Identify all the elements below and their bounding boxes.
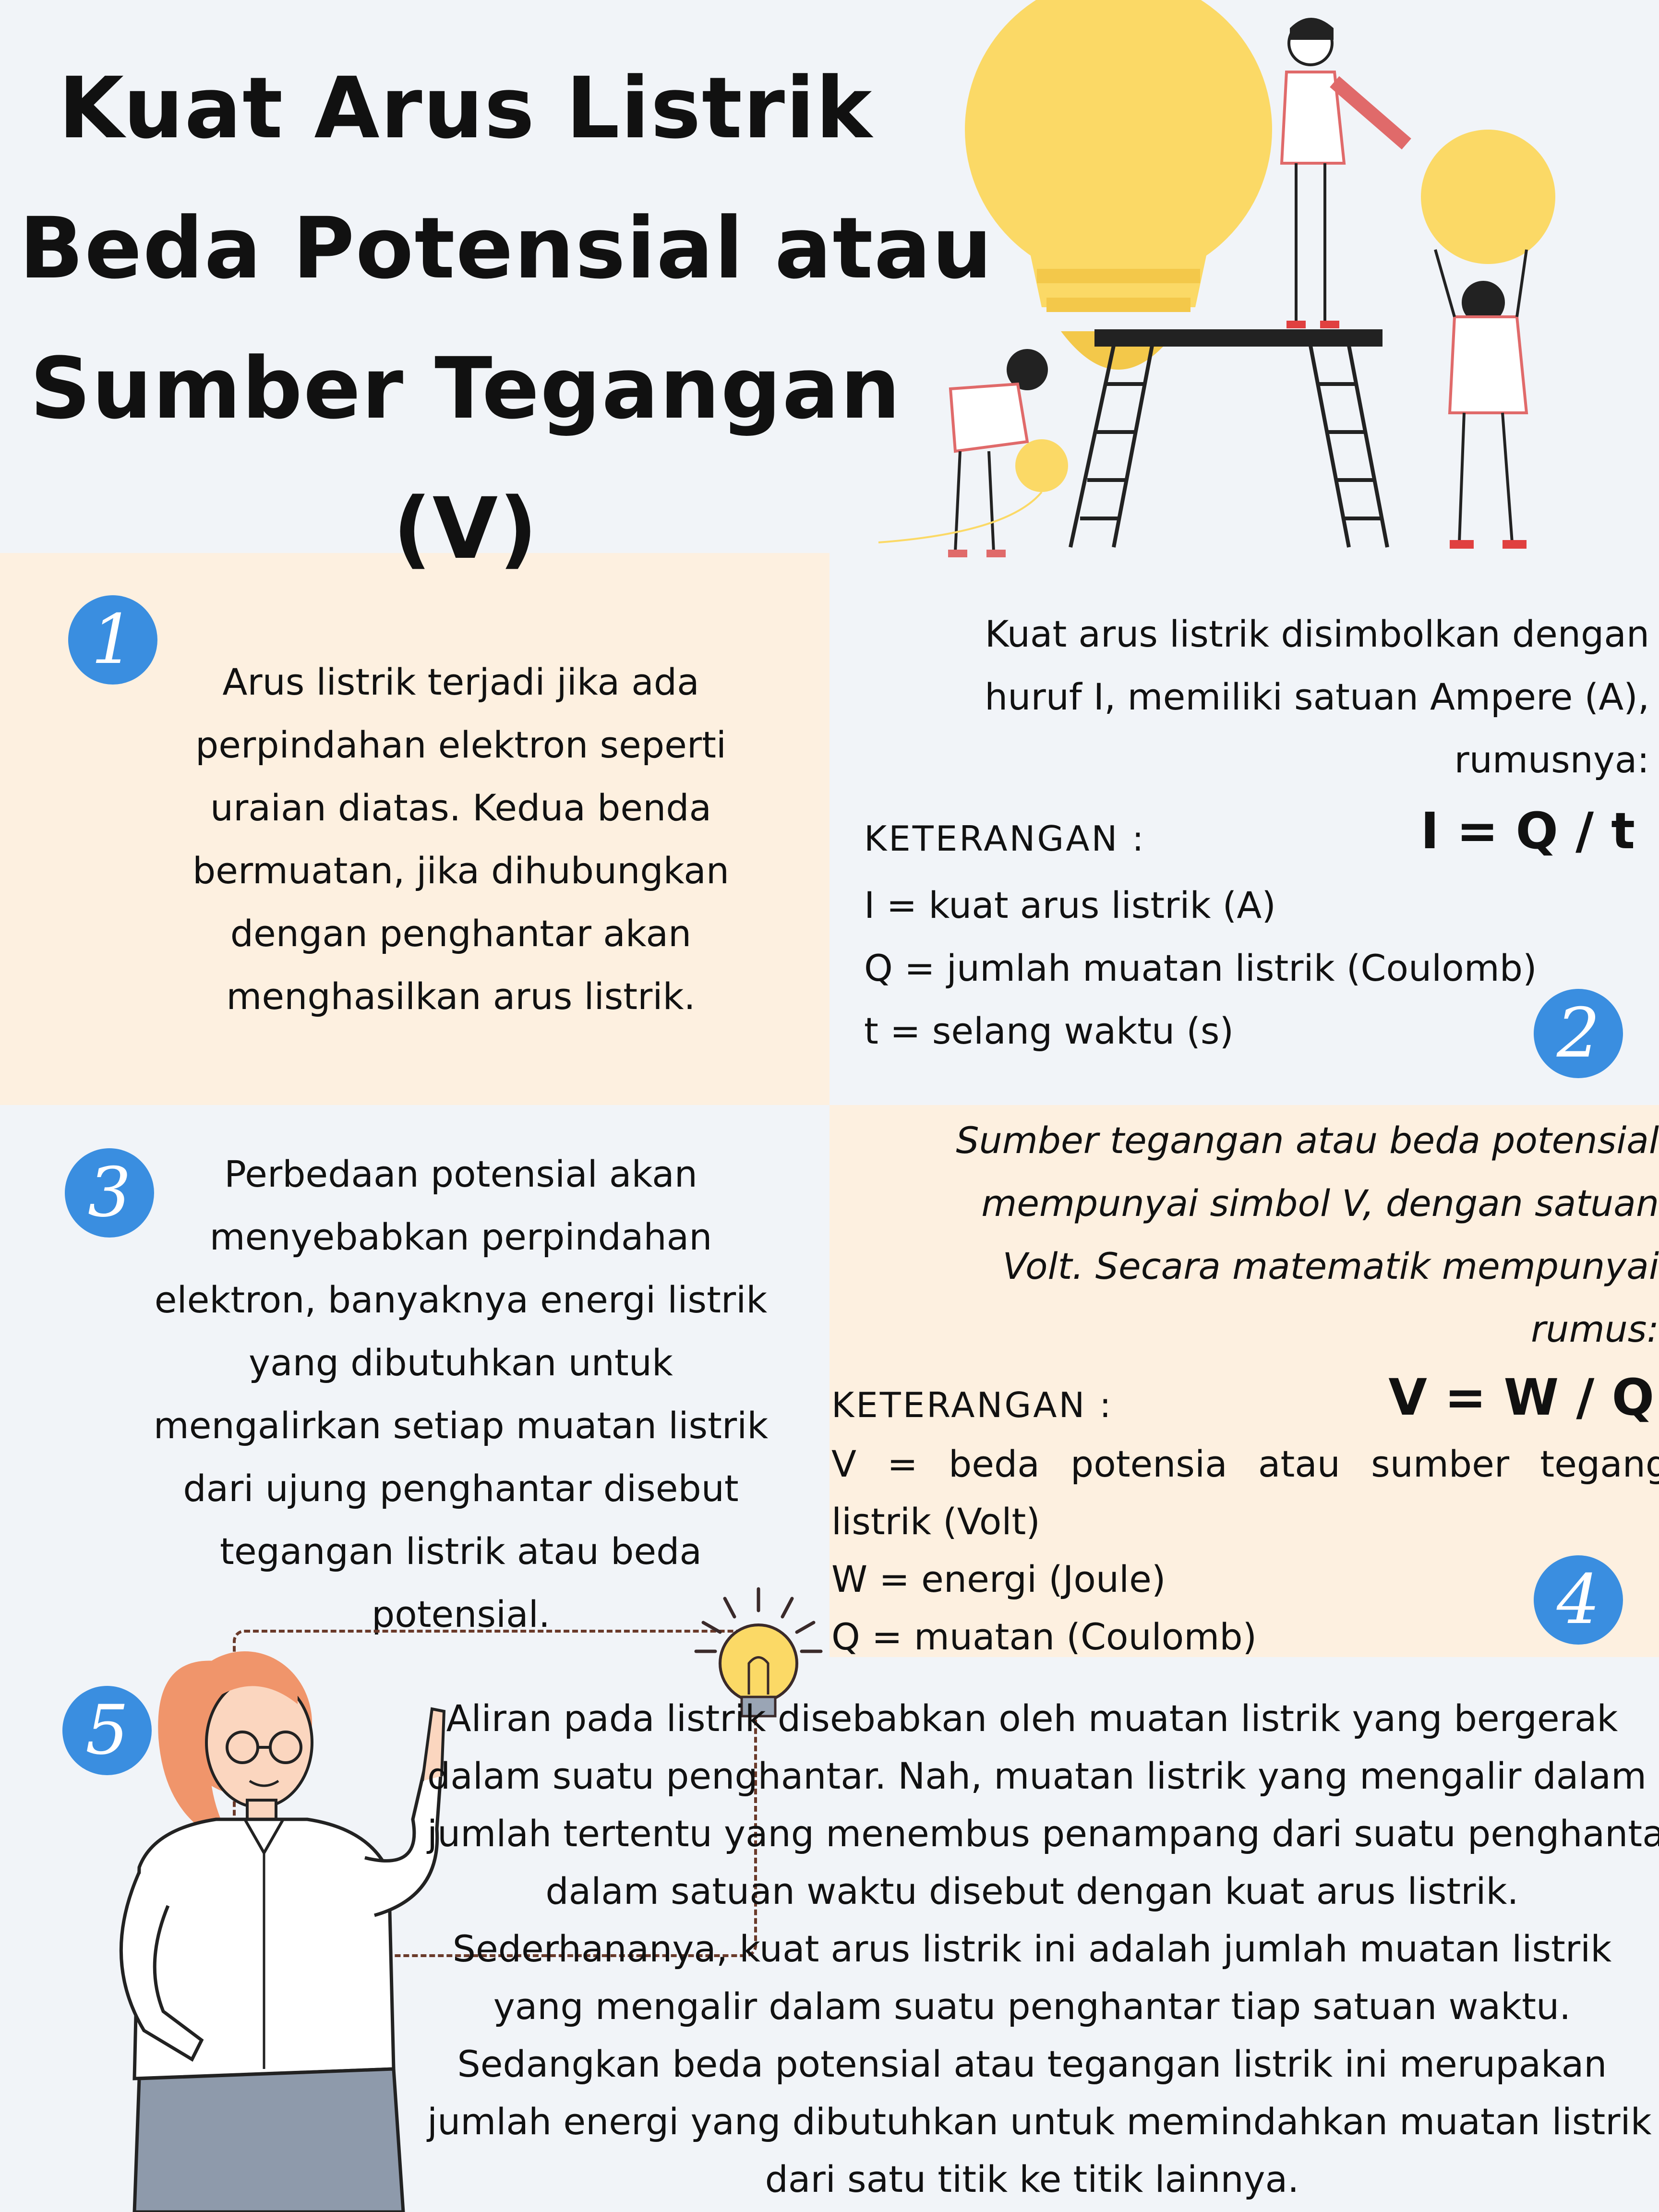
section-1-text: Arus listrik terjadi jika ada perpindaha…	[115, 650, 806, 1028]
text-line: Sederhananya, kuat arus listrik ini adal…	[452, 1927, 1612, 1970]
text-line: Aliran pada listrik disebabkan oleh muat…	[446, 1697, 1618, 1740]
small-bulb-icon	[1421, 130, 1555, 264]
section-2-legend: I = kuat arus listrik (A) Q = jumlah mua…	[864, 874, 1537, 1062]
text-line: mempunyai simbol V, dengan satuan	[981, 1182, 1659, 1225]
text-line: dalam satuan waktu disebut dengan kuat a…	[545, 1870, 1519, 1912]
text-line: dengan penghantar akan	[230, 912, 692, 955]
big-bulb-icon	[965, 0, 1272, 370]
text-line: jumlah energi yang dibutuhkan untuk memi…	[427, 2100, 1652, 2143]
ladder-icon	[1069, 345, 1389, 548]
section-5-text: Aliran pada listrik disebabkan oleh muat…	[427, 1690, 1659, 2208]
section-4-legend: V = beda potensia atau sumber tegangan l…	[831, 1435, 1659, 1666]
woman-pointing-illustration	[119, 1651, 446, 2212]
legend-line: Q = jumlah muatan listrik (Coulomb)	[864, 947, 1537, 989]
title-line-3: Sumber Tegangan	[30, 339, 902, 438]
section-4-number-badge: 4	[1534, 1555, 1623, 1645]
person-lifting-icon	[1434, 249, 1528, 549]
legend-line: V = beda potensia atau sumber tegangan	[831, 1443, 1659, 1485]
formula-voltage: V = W / Q	[1388, 1368, 1654, 1427]
text-line: menghasilkan arus listrik.	[226, 975, 696, 1018]
text-line: rumusnya:	[1454, 738, 1649, 781]
person-standing-icon	[1280, 18, 1411, 328]
page-title: Kuat Arus Listrik Beda Potensial atau Su…	[19, 38, 993, 599]
text-line: Kuat arus listrik disimbolkan dengan	[985, 613, 1649, 655]
text-line: jumlah tertentu yang menembus penampang …	[427, 1812, 1659, 1855]
text-line: Perbedaan potensial akan	[224, 1153, 697, 1195]
formula-current: I = Q / t	[1420, 802, 1635, 860]
text-line: bermuatan, jika dihubungkan	[192, 849, 730, 892]
text-line: Arus listrik terjadi jika ada	[222, 661, 699, 703]
text-line: yang mengalir dalam suatu penghantar tia…	[493, 1985, 1571, 2028]
section-2-keterangan-heading: KETERANGAN :	[864, 818, 1146, 859]
legend-line: I = kuat arus listrik (A)	[864, 884, 1276, 926]
title-line-1: Kuat Arus Listrik	[58, 59, 873, 157]
text-line: dari satu titik ke titik lainnya.	[765, 2158, 1299, 2200]
text-line: menyebabkan perpindahan	[209, 1215, 712, 1258]
title-line-4: (V)	[393, 480, 539, 578]
text-line: Sumber tegangan atau beda potensial	[956, 1119, 1659, 1162]
person-bending-icon	[878, 349, 1068, 557]
section-3-text: Perbedaan potensial akan menyebabkan per…	[115, 1142, 806, 1646]
text-line: perpindahan elektron seperti	[195, 723, 726, 766]
section-4-intro: Sumber tegangan atau beda potensial memp…	[843, 1109, 1659, 1360]
text-line: dalam suatu penghantar. Nah, muatan list…	[427, 1755, 1647, 1797]
legend-line: t = selang waktu (s)	[864, 1010, 1234, 1052]
section-4-keterangan-heading: KETERANGAN :	[831, 1385, 1113, 1425]
text-line: Volt. Secara matematik mempunyai	[1002, 1245, 1659, 1287]
legend-line: listrik (Volt)	[831, 1500, 1040, 1543]
section-2-number-badge: 2	[1534, 989, 1623, 1078]
text-line: uraian diatas. Kedua benda	[210, 786, 712, 829]
text-line: rumus:	[1531, 1308, 1659, 1350]
title-line-2: Beda Potensial atau	[19, 199, 993, 298]
text-line: huruf I, memiliki satuan Ampere (A),	[985, 675, 1649, 718]
legend-line: Q = muatan (Coulomb)	[831, 1615, 1257, 1658]
text-line: Sedangkan beda potensial atau tegangan l…	[457, 2043, 1607, 2085]
text-line: tegangan listrik atau beda	[220, 1530, 702, 1573]
platform-icon	[1094, 329, 1382, 347]
text-line: elektron, banyaknya energi listrik	[154, 1278, 768, 1321]
section-2-intro: Kuat arus listrik disimbolkan dengan hur…	[901, 602, 1649, 791]
people-with-bulbs-illustration	[878, 0, 1555, 557]
text-line: mengalirkan setiap muatan listrik	[153, 1404, 769, 1447]
text-line: dari ujung penghantar disebut	[183, 1467, 739, 1510]
text-line: yang dibutuhkan untuk	[249, 1341, 673, 1384]
